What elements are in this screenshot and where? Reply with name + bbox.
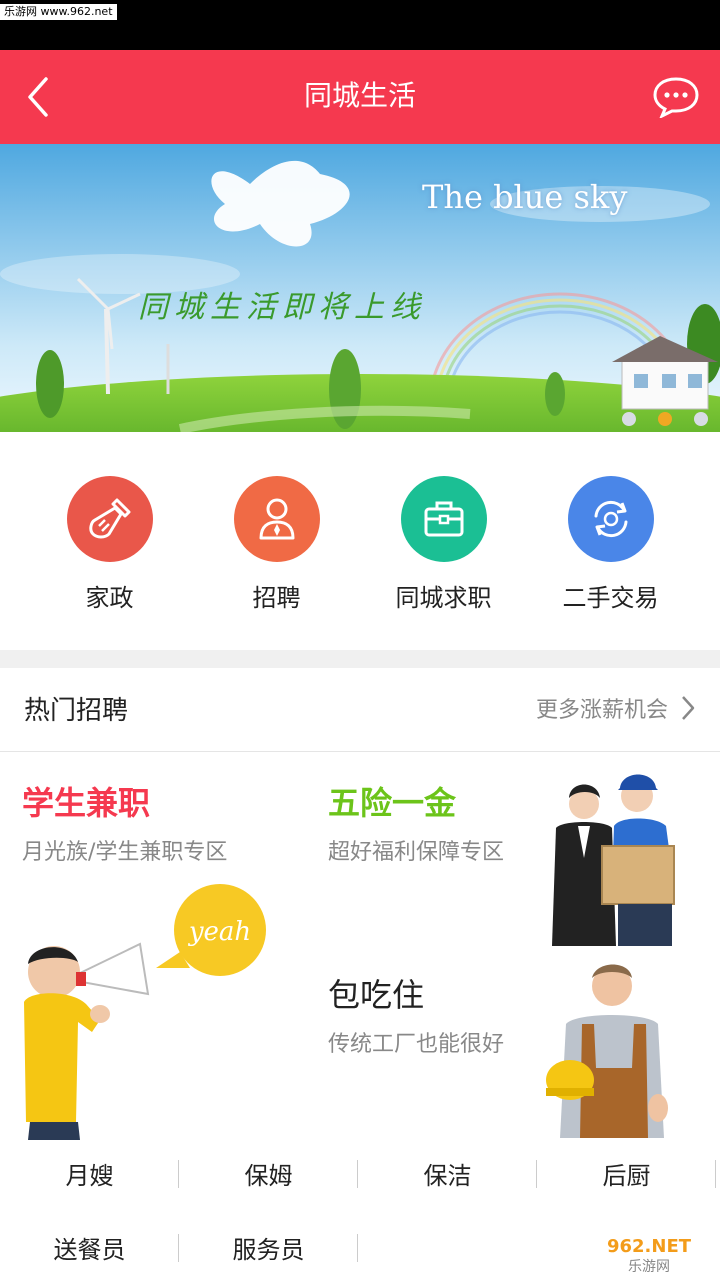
banner-tagline: 同城生活即将上线	[138, 290, 426, 325]
promo-title: 五险一金	[328, 784, 457, 822]
category-label: 家政	[85, 584, 134, 612]
promo-title: 包吃住	[328, 976, 425, 1014]
person-icon	[233, 476, 320, 562]
promo-subtitle: 月光族/学生兼职专区	[22, 840, 228, 865]
app-screen: 乐游网 www.962.net 同城生活 The blue sky 同城生活即将…	[0, 0, 720, 1280]
category-job-seeking[interactable]: 同城求职	[369, 432, 519, 650]
job-tags-row: 月嫂 保姆 保洁 后厨	[0, 1138, 720, 1208]
recycle-icon	[567, 476, 654, 562]
category-grid: 家政 招聘 同城求职 二手交易	[0, 432, 720, 650]
section-title: 热门招聘	[24, 696, 129, 726]
category-label: 招聘	[252, 584, 301, 612]
status-bar: 乐游网 www.962.net	[0, 0, 720, 50]
job-tag[interactable]: 后厨	[537, 1138, 716, 1208]
category-second-hand[interactable]: 二手交易	[536, 432, 686, 650]
watermark-label: 乐游网 www.962.net	[0, 4, 117, 20]
job-tag[interactable]: 保洁	[358, 1138, 537, 1208]
workers-image	[552, 774, 675, 946]
banner-headline: The blue sky	[422, 178, 628, 216]
watermark-brand: 962.NET	[607, 1236, 692, 1257]
megaphone-person-image: yeah	[24, 884, 266, 1140]
carousel-dot[interactable]	[622, 412, 636, 426]
promo-insurance[interactable]: 五险一金 超好福利保障专区	[328, 778, 538, 866]
job-tag[interactable]: 保姆	[179, 1138, 358, 1208]
nav-bar: 同城生活	[0, 50, 720, 144]
carousel-dots	[622, 412, 708, 426]
carousel-dot[interactable]	[694, 412, 708, 426]
watermark-brand-cn: 乐游网	[628, 1259, 670, 1275]
more-opportunities-link[interactable]: 更多涨薪机会	[536, 692, 696, 724]
page-title: 同城生活	[303, 79, 416, 112]
carousel-dot-active[interactable]	[658, 412, 672, 426]
category-label: 同城求职	[395, 584, 492, 612]
broom-icon	[66, 476, 153, 562]
promo-subtitle: 传统工厂也能很好	[328, 1032, 505, 1057]
job-tag[interactable]: 服务员	[179, 1212, 358, 1280]
category-recruitment[interactable]: 招聘	[202, 432, 352, 650]
category-label: 二手交易	[562, 584, 659, 612]
site-watermark-logo: 962.NET 乐游网	[584, 1232, 714, 1276]
hot-jobs-header: 热门招聘 更多涨薪机会	[0, 668, 720, 752]
chevron-right-icon	[682, 696, 695, 720]
promo-student-parttime[interactable]: 学生兼职 月光族/学生兼职专区	[22, 778, 312, 866]
category-housekeeping[interactable]: 家政	[35, 432, 185, 650]
briefcase-icon	[400, 476, 487, 562]
job-tag[interactable]: 送餐员	[0, 1212, 179, 1280]
promo-room-board[interactable]: 包吃住 传统工厂也能很好	[328, 970, 538, 1058]
promo-subtitle: 超好福利保障专区	[328, 840, 505, 865]
job-tag-empty	[358, 1212, 537, 1280]
job-tag[interactable]: 月嫂	[0, 1138, 179, 1208]
banner-carousel[interactable]: The blue sky 同城生活即将上线	[0, 144, 720, 432]
promo-title: 学生兼职	[22, 784, 151, 822]
speech-bubble-text: yeah	[188, 917, 251, 947]
section-divider	[0, 650, 720, 668]
factory-worker-image	[546, 964, 668, 1138]
chat-bubble-icon[interactable]	[652, 76, 700, 120]
more-label: 更多涨薪机会	[535, 698, 668, 723]
